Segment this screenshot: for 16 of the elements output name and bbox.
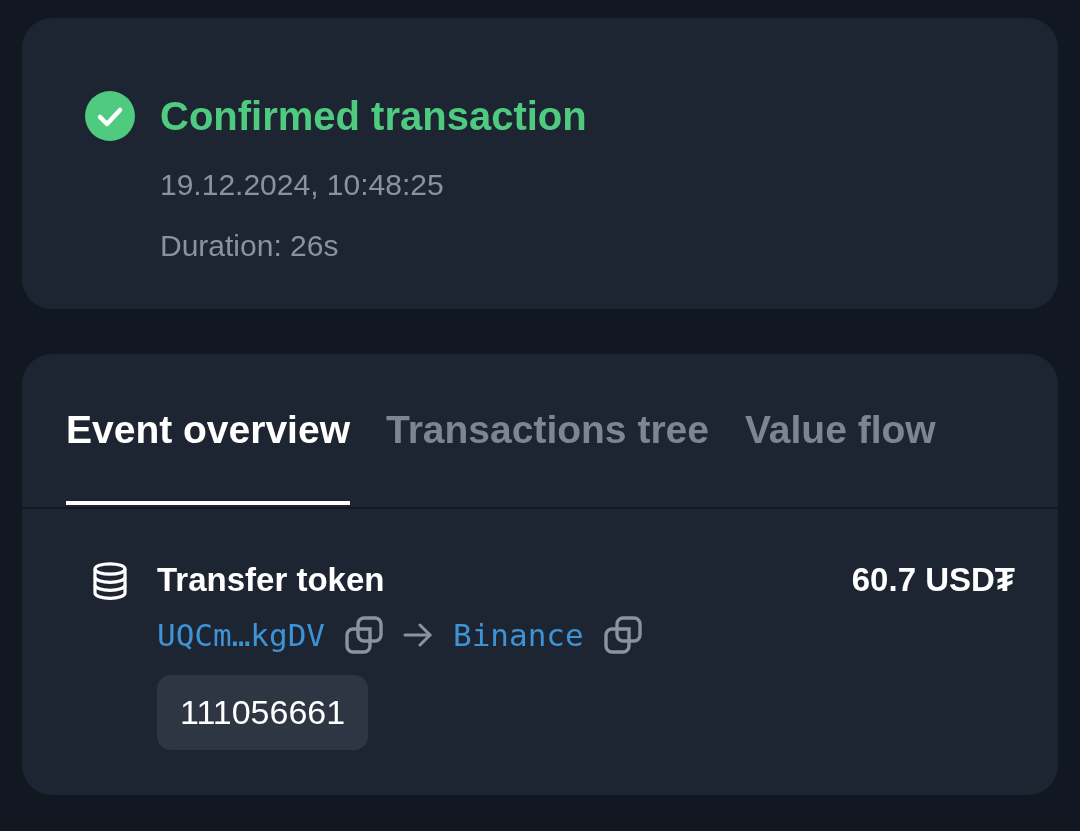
- timestamp: 19.12.2024, 10:48:25: [160, 167, 445, 203]
- status-title: Confirmed transaction: [160, 93, 587, 140]
- duration: Duration: 26s: [160, 228, 340, 264]
- copy-icon[interactable]: [603, 616, 642, 654]
- id-badge: 111056661: [157, 675, 369, 750]
- sender-address-link[interactable]: UQCm…kgDV: [157, 613, 325, 657]
- event-title: Transfer token: [157, 560, 385, 600]
- copy-icon[interactable]: [345, 616, 383, 654]
- check-circle-icon: [85, 91, 135, 141]
- tab[interactable]: Event overview: [66, 402, 350, 505]
- tab[interactable]: Transactions tree: [385, 402, 709, 505]
- recipient-link[interactable]: Binance: [453, 613, 584, 657]
- amount: 60.7 USD₮: [851, 560, 1015, 600]
- right-arrow-icon: [403, 623, 433, 647]
- database-icon: [92, 562, 128, 600]
- tab[interactable]: Value flow: [744, 402, 936, 505]
